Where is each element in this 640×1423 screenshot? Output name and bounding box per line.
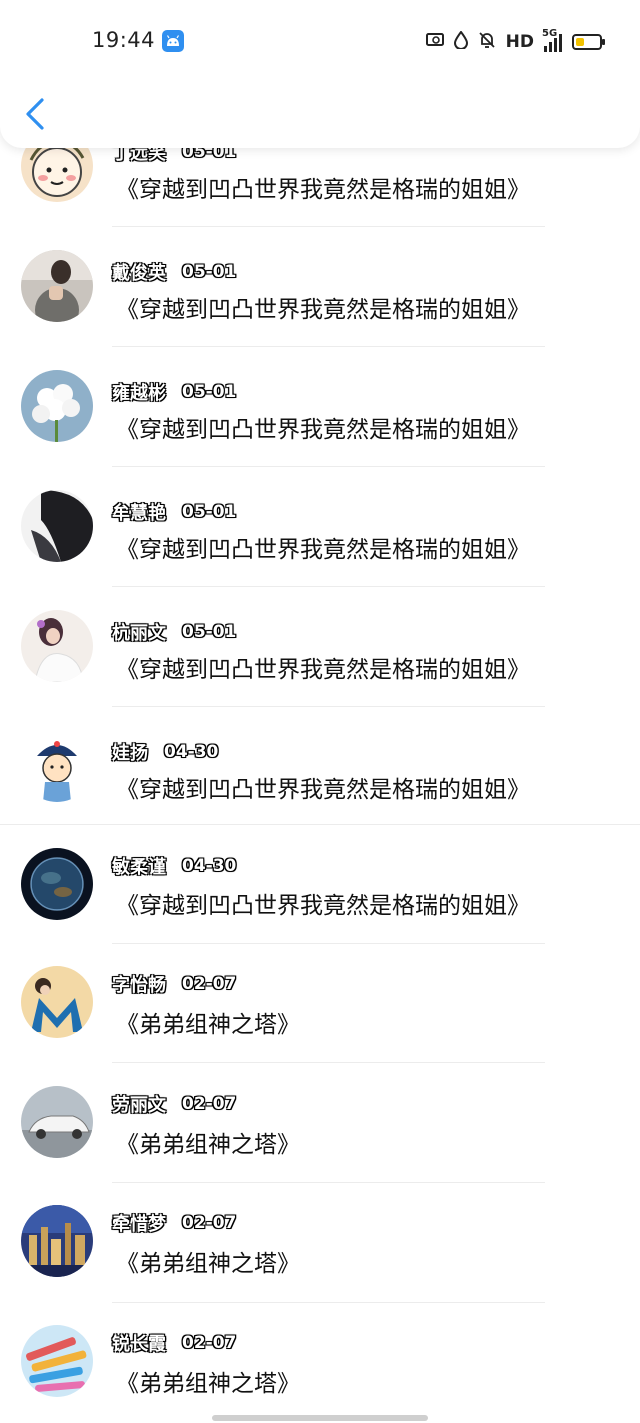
comment-title[interactable]: 《弟弟组神之塔》 xyxy=(116,1125,300,1159)
divider xyxy=(112,1302,545,1303)
list-item[interactable]: 娃扬 04-30 《穿越到凹凸世界我竟然是格瑞的姐姐》 xyxy=(0,708,640,828)
commenter-name[interactable]: 敏柔谨 xyxy=(112,853,166,879)
commenter-name[interactable]: 杭丽文 xyxy=(112,619,166,645)
avatar[interactable] xyxy=(21,966,93,1038)
comment-title[interactable]: 《穿越到凹凸世界我竟然是格瑞的姐姐》 xyxy=(116,530,530,564)
battery-fill xyxy=(576,38,584,46)
android-notification-icon xyxy=(162,30,184,52)
list-item[interactable]: 杭丽文 05-01 《穿越到凹凸世界我竟然是格瑞的姐姐》 xyxy=(0,588,640,708)
list-item[interactable]: 锐长霞 02-07 《弟弟组神之塔》 xyxy=(0,1308,640,1423)
status-bar: 19:44 HD 5G xyxy=(0,0,640,80)
list-item[interactable]: 雍越彬 05-01 《穿越到凹凸世界我竟然是格瑞的姐姐》 xyxy=(0,348,640,468)
avatar[interactable] xyxy=(21,610,93,682)
commenter-name[interactable]: 牟慧艳 xyxy=(112,499,166,525)
comment-date: 02-07 xyxy=(182,1333,237,1353)
commenter-name[interactable]: 劳丽文 xyxy=(112,1091,166,1117)
commenter-name[interactable]: 雍越彬 xyxy=(112,379,166,405)
back-button[interactable] xyxy=(22,96,50,132)
list-item[interactable]: 敏柔谨 04-30 《穿越到凹凸世界我竟然是格瑞的姐姐》 xyxy=(0,828,640,948)
comment-title[interactable]: 《穿越到凹凸世界我竟然是格瑞的姐姐》 xyxy=(116,770,530,804)
comment-date: 05-01 xyxy=(182,262,237,282)
divider xyxy=(112,346,545,347)
header-bar: 19:44 HD 5G xyxy=(0,0,640,148)
divider xyxy=(112,1182,545,1183)
comment-title[interactable]: 《弟弟组神之塔》 xyxy=(116,1005,300,1039)
avatar[interactable] xyxy=(21,1205,93,1277)
divider xyxy=(112,466,545,467)
divider xyxy=(112,943,545,944)
comment-title[interactable]: 《弟弟组神之塔》 xyxy=(116,1364,300,1398)
comment-date: 04-30 xyxy=(164,742,219,762)
water-drop-icon xyxy=(453,30,468,53)
commenter-name[interactable]: 牵惜梦 xyxy=(112,1210,166,1236)
comment-title[interactable]: 《穿越到凹凸世界我竟然是格瑞的姐姐》 xyxy=(116,290,530,324)
comment-title[interactable]: 《穿越到凹凸世界我竟然是格瑞的姐姐》 xyxy=(116,886,530,920)
comment-date: 02-07 xyxy=(182,974,237,994)
list-item[interactable]: 牵惜梦 02-07 《弟弟组神之塔》 xyxy=(0,1188,640,1308)
avatar[interactable] xyxy=(21,848,93,920)
list-item[interactable]: 劳丽文 02-07 《弟弟组神之塔》 xyxy=(0,1068,640,1188)
comment-date: 05-01 xyxy=(182,382,237,402)
divider xyxy=(112,706,545,707)
comment-date: 05-01 xyxy=(182,622,237,642)
battery-icon xyxy=(572,34,605,50)
comment-title[interactable]: 《穿越到凹凸世界我竟然是格瑞的姐姐》 xyxy=(116,170,530,204)
comment-title[interactable]: 《穿越到凹凸世界我竟然是格瑞的姐姐》 xyxy=(116,410,530,444)
avatar[interactable] xyxy=(21,490,93,562)
hd-indicator: HD xyxy=(505,32,534,52)
signal-5g-icon: 5G xyxy=(542,28,562,52)
comment-date: 04-30 xyxy=(182,856,237,876)
list-item[interactable]: 牟慧艳 05-01 《穿越到凹凸世界我竟然是格瑞的姐姐》 xyxy=(0,468,640,588)
comment-date: 02-07 xyxy=(182,1213,237,1233)
bell-muted-icon xyxy=(478,31,496,53)
commenter-name[interactable]: 娃扬 xyxy=(112,739,148,765)
status-icons: HD 5G xyxy=(425,28,605,54)
comment-date: 05-01 xyxy=(182,502,237,522)
status-time: 19:44 xyxy=(92,28,156,52)
commenter-name[interactable]: 锐长霞 xyxy=(112,1330,166,1356)
avatar[interactable] xyxy=(21,370,93,442)
avatar[interactable] xyxy=(21,250,93,322)
list-item[interactable]: 戴俊英 05-01 《穿越到凹凸世界我竟然是格瑞的姐姐》 xyxy=(0,228,640,348)
avatar[interactable] xyxy=(21,730,93,802)
divider xyxy=(112,586,545,587)
comment-title[interactable]: 《弟弟组神之塔》 xyxy=(116,1244,300,1278)
list-item[interactable]: 字怡畅 02-07 《弟弟组神之塔》 xyxy=(0,948,640,1068)
home-indicator[interactable] xyxy=(212,1415,428,1421)
commenter-name[interactable]: 戴俊英 xyxy=(112,259,166,285)
avatar[interactable] xyxy=(21,1325,93,1397)
avatar[interactable] xyxy=(21,1086,93,1158)
chevron-left-icon xyxy=(26,98,44,130)
screen-cast-icon xyxy=(425,32,444,52)
network-type: 5G xyxy=(542,28,558,39)
divider xyxy=(0,824,640,825)
comment-date: 02-07 xyxy=(182,1094,237,1114)
divider xyxy=(112,226,545,227)
comment-title[interactable]: 《穿越到凹凸世界我竟然是格瑞的姐姐》 xyxy=(116,650,530,684)
divider xyxy=(112,1062,545,1063)
commenter-name[interactable]: 字怡畅 xyxy=(112,971,166,997)
